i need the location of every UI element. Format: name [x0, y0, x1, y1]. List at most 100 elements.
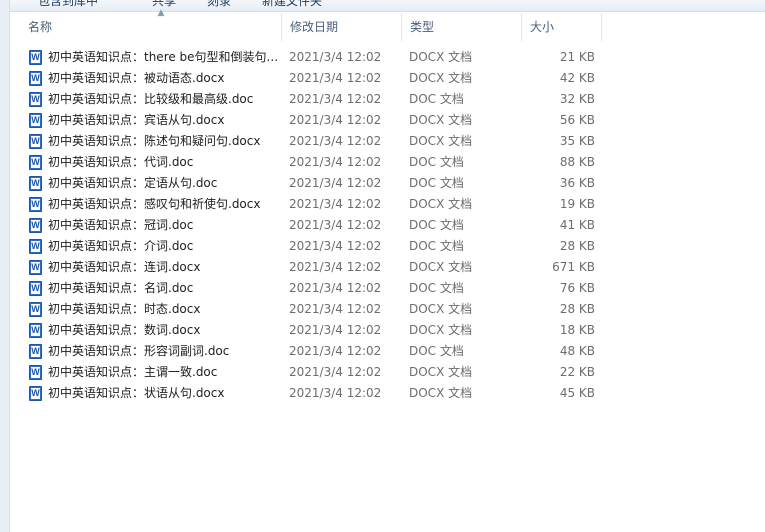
file-modified-date: 2021/3/4 12:02 [289, 71, 382, 85]
word-document-icon-glyph: W [31, 136, 40, 146]
file-row[interactable]: W 初中英语知识点：感叹句和祈使句.docx 2021/3/4 12:02 DOCX … [10, 194, 765, 215]
file-name: 初中英语知识点：状语从句.docx [48, 386, 225, 400]
file-row[interactable]: W 初中英语知识点：名词.doc 2021/3/4 12:02 DOC 文档 76 KB [10, 278, 765, 299]
column-header-date[interactable]: 修改日期 [282, 13, 402, 41]
word-document-icon: W [29, 155, 42, 170]
file-modified-date: 2021/3/4 12:02 [289, 50, 382, 64]
file-row[interactable]: W 初中英语知识点：陈述句和疑问句.docx 2021/3/4 12:02 DOCX … [10, 131, 765, 152]
file-type: DOC 文档 [409, 239, 464, 253]
word-document-icon-glyph: W [31, 367, 40, 377]
column-header-type-label: 类型 [410, 20, 435, 34]
file-type: DOC 文档 [409, 344, 464, 358]
file-row[interactable]: W 初中英语知识点：宾语从句.docx 2021/3/4 12:02 DOCX 文档 5… [10, 110, 765, 131]
file-modified-date: 2021/3/4 12:02 [289, 92, 382, 106]
file-row[interactable]: W 初中英语知识点：主谓一致.doc 2021/3/4 12:02 DOCX 文档 22… [10, 362, 765, 383]
column-header-name-label: 名称 [28, 20, 53, 34]
file-name: 初中英语知识点：时态.docx [48, 302, 201, 316]
file-name: 初中英语知识点：连词.docx [48, 260, 201, 274]
file-type: DOC 文档 [409, 281, 464, 295]
file-name: 初中英语知识点：冠词.doc [48, 218, 194, 232]
column-header-name[interactable]: ▲ 名称 [20, 9, 282, 41]
word-document-icon: W [29, 302, 42, 317]
file-row[interactable]: W 初中英语知识点：连词.docx 2021/3/4 12:02 DOCX 文档 671… [10, 257, 765, 278]
word-document-icon: W [29, 50, 42, 65]
word-document-icon-glyph: W [31, 115, 40, 125]
share-button[interactable]: 共享 [152, 0, 176, 9]
file-row[interactable]: W 初中英语知识点：被动语态.docx 2021/3/4 12:02 DOCX 文档 4… [10, 68, 765, 89]
file-name: 初中英语知识点：感叹句和祈使句.docx [48, 197, 261, 211]
file-name: 初中英语知识点：陈述句和疑问句.docx [48, 134, 261, 148]
column-header-size[interactable]: 大小 [522, 13, 602, 41]
word-document-icon-glyph: W [31, 283, 40, 293]
column-header-row: ▲ 名称 修改日期 类型 大小 [10, 9, 765, 41]
file-row[interactable]: W 初中英语知识点：时态.docx 2021/3/4 12:02 DOCX 文档 28 … [10, 299, 765, 320]
word-document-icon: W [29, 71, 42, 86]
file-name: 初中英语知识点：代词.doc [48, 155, 194, 169]
file-name: 初中英语知识点：there be句型和倒装句... [48, 50, 279, 64]
command-toolbar: 包含到库中 共享 刻录 新建文件夹 [10, 0, 765, 12]
file-size: 88 KB [559, 155, 595, 169]
word-document-icon: W [29, 281, 42, 296]
file-type: DOCX 文档 [409, 134, 473, 148]
file-row[interactable]: W 初中英语知识点：代词.doc 2021/3/4 12:02 DOC 文档 88 KB [10, 152, 765, 173]
word-document-icon: W [29, 176, 42, 191]
file-name: 初中英语知识点：形容词副词.doc [48, 344, 230, 358]
file-modified-date: 2021/3/4 12:02 [289, 323, 382, 337]
file-row[interactable]: W 初中英语知识点：there be句型和倒装句... 2021/3/4 12:02… [10, 47, 765, 68]
file-size: 41 KB [559, 218, 595, 232]
file-row[interactable]: W 初中英语知识点：状语从句.docx 2021/3/4 12:02 DOCX 文档 4… [10, 383, 765, 404]
word-document-icon: W [29, 323, 42, 338]
column-header-date-label: 修改日期 [290, 20, 339, 34]
file-size: 19 KB [559, 197, 595, 211]
word-document-icon-glyph: W [31, 52, 40, 62]
file-row[interactable]: W 初中英语知识点：介词.doc 2021/3/4 12:02 DOC 文档 28 KB [10, 236, 765, 257]
file-size: 76 KB [559, 281, 595, 295]
file-name: 初中英语知识点：主谓一致.doc [48, 365, 218, 379]
file-modified-date: 2021/3/4 12:02 [289, 281, 382, 295]
file-modified-date: 2021/3/4 12:02 [289, 365, 382, 379]
file-modified-date: 2021/3/4 12:02 [289, 302, 382, 316]
word-document-icon: W [29, 260, 42, 275]
file-row[interactable]: W 初中英语知识点：定语从句.doc 2021/3/4 12:02 DOC 文档 36 … [10, 173, 765, 194]
file-row[interactable]: W 初中英语知识点：数词.docx 2021/3/4 12:02 DOCX 文档 18 … [10, 320, 765, 341]
word-document-icon-glyph: W [31, 304, 40, 314]
file-type: DOCX 文档 [409, 50, 473, 64]
file-size: 48 KB [559, 344, 595, 358]
file-row[interactable]: W 初中英语知识点：形容词副词.doc 2021/3/4 12:02 DOC 文档 48… [10, 341, 765, 362]
file-size: 671 KB [552, 260, 595, 274]
word-document-icon-glyph: W [31, 346, 40, 356]
file-type: DOC 文档 [409, 218, 464, 232]
file-modified-date: 2021/3/4 12:02 [289, 113, 382, 127]
file-name: 初中英语知识点：被动语态.docx [48, 71, 225, 85]
file-name: 初中英语知识点：宾语从句.docx [48, 113, 225, 127]
file-type: DOCX 文档 [409, 386, 473, 400]
file-type: DOCX 文档 [409, 197, 473, 211]
file-modified-date: 2021/3/4 12:02 [289, 134, 382, 148]
file-modified-date: 2021/3/4 12:02 [289, 197, 382, 211]
new-folder-button[interactable]: 新建文件夹 [262, 0, 322, 9]
word-document-icon: W [29, 239, 42, 254]
file-size: 18 KB [559, 323, 595, 337]
file-modified-date: 2021/3/4 12:02 [289, 260, 382, 274]
file-row[interactable]: W 初中英语知识点：比较级和最高级.doc 2021/3/4 12:02 DOC 文档… [10, 89, 765, 110]
word-document-icon-glyph: W [31, 157, 40, 167]
file-type: DOC 文档 [409, 92, 464, 106]
file-row[interactable]: W 初中英语知识点：冠词.doc 2021/3/4 12:02 DOC 文档 41 KB [10, 215, 765, 236]
include-in-library-button[interactable]: 包含到库中 [38, 0, 98, 9]
column-header-type[interactable]: 类型 [402, 13, 522, 41]
file-modified-date: 2021/3/4 12:02 [289, 239, 382, 253]
file-size: 42 KB [559, 71, 595, 85]
file-modified-date: 2021/3/4 12:02 [289, 386, 382, 400]
file-type: DOC 文档 [409, 155, 464, 169]
word-document-icon-glyph: W [31, 178, 40, 188]
word-document-icon-glyph: W [31, 199, 40, 209]
burn-button[interactable]: 刻录 [207, 0, 231, 9]
file-size: 28 KB [559, 239, 595, 253]
file-size: 35 KB [559, 134, 595, 148]
word-document-icon: W [29, 365, 42, 380]
word-document-icon: W [29, 344, 42, 359]
file-type: DOCX 文档 [409, 323, 473, 337]
file-type: DOCX 文档 [409, 302, 473, 316]
file-modified-date: 2021/3/4 12:02 [289, 155, 382, 169]
file-modified-date: 2021/3/4 12:02 [289, 344, 382, 358]
